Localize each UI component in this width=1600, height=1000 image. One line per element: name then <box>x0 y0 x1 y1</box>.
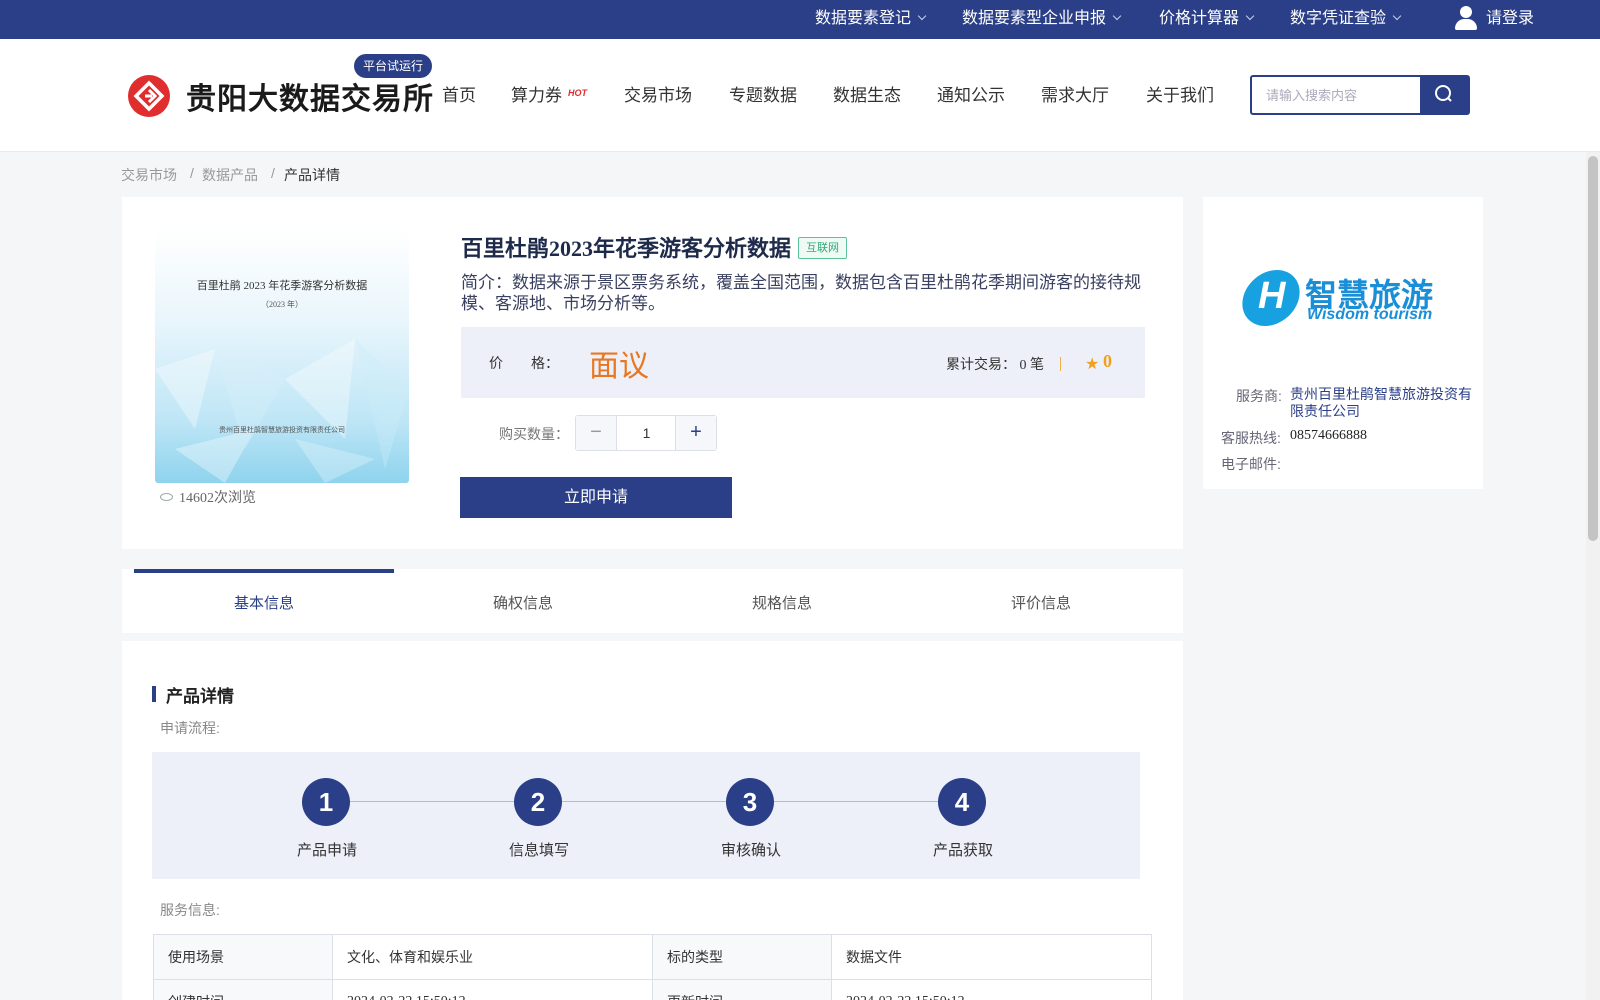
category-tag: 互联网 <box>798 237 847 259</box>
chevron-down-icon <box>1392 11 1402 21</box>
breadcrumb-separator: / <box>190 165 194 181</box>
eye-icon <box>160 493 173 501</box>
email-label: 电子邮件: <box>1221 456 1281 472</box>
tab-review-info[interactable]: 评价信息 <box>911 592 1171 613</box>
quantity-input[interactable]: 1 <box>617 416 676 450</box>
apply-button[interactable]: 立即申请 <box>460 477 732 518</box>
service-info-table: 使用场景 文化、体育和娱乐业 标的类型 数据文件 创建时间 2024-02-22… <box>153 934 1152 1000</box>
decrease-button[interactable]: − <box>576 416 617 450</box>
section-title: 产品详情 <box>166 687 234 706</box>
price-label-a: 价 <box>489 355 525 371</box>
step-2-circle: 2 <box>514 778 562 826</box>
price-label-b: 格： <box>531 355 559 371</box>
hot-badge: HOT <box>568 88 587 98</box>
step-2-label: 信息填写 <box>508 842 569 859</box>
breadcrumb-separator: / <box>271 165 275 181</box>
tab-rights-info[interactable]: 确权信息 <box>393 592 653 613</box>
table-cell-key: 创建时间 <box>153 979 333 1000</box>
chevron-down-icon <box>1112 11 1122 21</box>
topbar-item-label: 数据要素登记 <box>815 10 912 27</box>
step-4-label: 产品获取 <box>932 842 993 859</box>
deal-count: 累计交易： 0 笔 <box>946 358 1044 373</box>
service-provider-link[interactable]: 贵州百里杜鹃智慧旅游投资有限责任公司 <box>1290 386 1480 420</box>
flow-connector <box>326 801 962 802</box>
site-title[interactable]: 贵阳大数据交易所 <box>186 74 434 118</box>
step-1-circle: 1 <box>302 778 350 826</box>
cover-title: 百里杜鹃 2023 年花季游客分析数据 <box>196 280 368 292</box>
tab-spec-info[interactable]: 规格信息 <box>652 592 912 613</box>
table-row: 使用场景 文化、体育和娱乐业 标的类型 数据文件 <box>153 934 1152 980</box>
nav-trading-market[interactable]: 交易市场 <box>624 81 692 106</box>
breadcrumb-current: 产品详情 <box>284 167 340 183</box>
topbar-data-registration[interactable]: 数据要素登记 <box>815 0 927 39</box>
phone-value: 08574666888 <box>1290 428 1367 443</box>
table-cell-key: 更新时间 <box>652 979 832 1000</box>
cover-company: 贵州百里杜鹃智慧旅游投资有限责任公司 <box>219 426 345 434</box>
table-row: 创建时间 2024-02-22 15:50:12 更新时间 2024-02-22… <box>153 979 1152 1000</box>
search-icon <box>1435 85 1452 102</box>
table-cell-key: 标的类型 <box>652 934 832 980</box>
table-cell-value: 2024-02-22 15:50:12 <box>831 979 1152 1000</box>
breadcrumb-data-products[interactable]: 数据产品 <box>202 165 258 185</box>
topbar-item-label: 数据要素型企业申报 <box>962 10 1107 27</box>
login-link[interactable]: 请登录 <box>1486 0 1534 39</box>
topbar-enterprise-declare[interactable]: 数据要素型企业申报 <box>962 0 1122 39</box>
breadcrumb-trading-market[interactable]: 交易市场 <box>121 165 177 185</box>
divider <box>1060 357 1061 371</box>
step-3-label: 审核确认 <box>720 842 781 859</box>
topbar-certificate-check[interactable]: 数字凭证查验 <box>1290 0 1402 39</box>
nav-about-us[interactable]: 关于我们 <box>1146 81 1214 106</box>
site-header: 贵阳大数据交易所 平台试运行 首页 算力券 HOT 交易市场 专题数据 数据生态… <box>0 39 1600 152</box>
step-3-circle: 3 <box>726 778 774 826</box>
table-cell-value: 文化、体育和娱乐业 <box>332 934 653 980</box>
table-cell-value: 数据文件 <box>831 934 1152 980</box>
star-icon: ★ <box>1085 356 1100 373</box>
nav-data-ecosystem[interactable]: 数据生态 <box>833 81 901 106</box>
flow-label: 申请流程: <box>160 720 220 736</box>
topbar-item-label: 价格计算器 <box>1159 10 1240 27</box>
provider-logo[interactable]: H 智慧旅游 Wisdom tourism <box>1237 268 1443 328</box>
chevron-down-icon <box>917 11 927 21</box>
table-cell-value: 2024-02-22 15:50:12 <box>332 979 653 1000</box>
view-count: 14602次浏览 <box>160 487 256 507</box>
cover-year: （2023 年） <box>261 300 303 309</box>
section-marker <box>152 686 156 702</box>
increase-button[interactable]: + <box>675 416 716 450</box>
rating-value: 0 <box>1103 351 1112 371</box>
nav-notices[interactable]: 通知公示 <box>937 81 1005 106</box>
search-box <box>1250 75 1470 115</box>
step-1-label: 产品申请 <box>296 842 357 859</box>
site-logo-icon[interactable] <box>128 75 170 117</box>
product-intro: 简介：数据来源于景区票务系统，覆盖全国范围，数据包含百里杜鹃花季期间游客的接待规… <box>461 273 1141 313</box>
chevron-down-icon <box>1245 11 1255 21</box>
quantity-stepper: − 1 + <box>575 415 717 451</box>
nav-demand-hall[interactable]: 需求大厅 <box>1041 81 1109 106</box>
nav-home[interactable]: 首页 <box>442 81 476 106</box>
view-count-text: 14602次浏览 <box>179 491 256 506</box>
table-cell-key: 使用场景 <box>153 934 333 980</box>
service-info-label: 服务信息: <box>160 902 220 918</box>
topbar-price-calculator[interactable]: 价格计算器 <box>1159 0 1255 39</box>
step-4-circle: 4 <box>938 778 986 826</box>
trial-badge: 平台试运行 <box>354 54 433 78</box>
tab-active-indicator <box>134 569 394 573</box>
provider-logo-letter: H <box>1258 275 1286 317</box>
price-value: 面议 <box>589 350 649 383</box>
tab-basic-info[interactable]: 基本信息 <box>134 592 394 613</box>
nav-compute-voucher[interactable]: 算力券 <box>511 81 562 106</box>
phone-label: 客服热线: <box>1221 430 1281 446</box>
top-bar: 数据要素登记 数据要素型企业申报 价格计算器 数字凭证查验 请登录 <box>0 0 1600 39</box>
nav-topic-data[interactable]: 专题数据 <box>729 81 797 106</box>
product-title: 百里杜鹃2023年花季游客分析数据 <box>461 236 792 261</box>
product-cover-image: 百里杜鹃 2023 年花季游客分析数据 （2023 年） 贵州百里杜鹃智慧旅游投… <box>155 229 409 483</box>
scrollbar-thumb[interactable] <box>1588 156 1598 541</box>
topbar-item-label: 数字凭证查验 <box>1290 10 1387 27</box>
service-provider-label: 服务商: <box>1236 388 1282 404</box>
provider-logo-en: Wisdom tourism <box>1307 306 1433 323</box>
cover-pattern <box>155 339 409 483</box>
search-button[interactable] <box>1420 77 1468 113</box>
search-input[interactable] <box>1252 77 1422 113</box>
user-icon[interactable] <box>1455 6 1477 32</box>
quantity-label: 购买数量： <box>499 426 569 442</box>
